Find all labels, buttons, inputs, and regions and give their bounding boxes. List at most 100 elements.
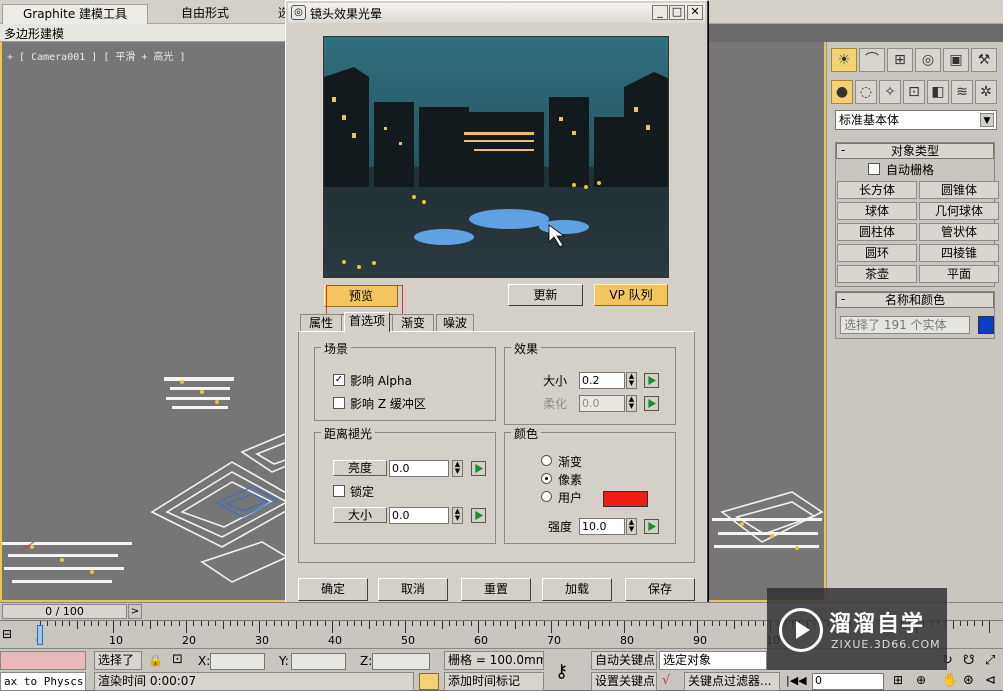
object-color-swatch[interactable] [978,316,994,334]
tab-properties[interactable]: 属性 [300,314,342,332]
cancel-button[interactable]: 取消 [378,578,448,601]
intensity-spinner[interactable]: ▲ ▼ [626,518,637,535]
tab-preferences[interactable]: 首选项 [344,312,390,332]
fade-size-map-icon[interactable] [471,508,486,523]
auto-key-button[interactable]: 自动关键点 [591,651,657,670]
user-radio[interactable] [541,491,552,502]
fade-brightness-input[interactable]: 0.0 [389,460,449,477]
name-color-header[interactable]: - 名称和颜色 [836,292,994,308]
motion-icon[interactable]: ◎ [915,48,941,72]
walkthrough-icon[interactable]: ⊛ [963,673,974,688]
key-filters-button[interactable]: 关键点过滤器... [684,672,780,691]
affect-z-buffer-checkbox[interactable] [333,397,345,409]
tube-button[interactable]: 管状体 [919,223,999,241]
tab-graphite-modeling[interactable]: Graphite 建模工具 [2,4,148,24]
transform-mode-icon[interactable]: ⊡ [172,652,183,667]
tab-freeform[interactable]: 自由形式 [150,4,260,24]
z-coordinate-field[interactable] [372,653,430,670]
current-frame-field[interactable]: 0 [812,673,884,690]
pixel-radio[interactable] [541,473,552,484]
time-config-icon[interactable]: ⊞ [893,673,903,687]
display-icon[interactable]: ▣ [943,48,969,72]
fade-size-input[interactable]: 0.0 [389,507,449,524]
fade-brightness-map-icon[interactable] [471,461,486,476]
field-of-view-icon[interactable]: ⊲ [985,673,996,688]
soften-spinner[interactable]: ▲ ▼ [626,395,637,412]
maxscript-mini-listener[interactable] [0,651,86,670]
ok-button[interactable]: 确定 [298,578,368,601]
sphere-button[interactable]: 球体 [837,202,917,220]
systems-icon[interactable]: ✲ [975,80,997,104]
curve-icon[interactable]: ⌒ [859,48,885,72]
tick-mark [572,621,574,626]
y-coordinate-field[interactable] [291,653,346,670]
lock-icon[interactable]: 🔒 [148,653,163,667]
intensity-input[interactable]: 10.0 [579,518,625,535]
tab-noise[interactable]: 噪波 [436,314,474,332]
geosphere-button[interactable]: 几何球体 [919,202,999,220]
track-filter-icon[interactable]: ⊟ [2,627,12,641]
hierarchy-icon[interactable]: ⊞ [887,48,913,72]
time-cursor[interactable] [37,625,43,645]
fade-brightness-spinner[interactable]: ▲ ▼ [452,460,463,477]
user-color-swatch[interactable] [603,491,648,507]
light-icon[interactable]: ✧ [879,80,901,104]
sun-icon[interactable]: ☀ [831,48,857,72]
soften-map-icon[interactable] [644,396,659,411]
time-slider[interactable]: 0 / 100 [2,604,127,619]
key-icon[interactable]: ⚷ [555,661,568,682]
fade-brightness-button[interactable]: 亮度 [333,460,387,476]
pan-icon[interactable]: ✋ [942,673,958,688]
lock-checkbox[interactable] [333,485,345,497]
intensity-map-icon[interactable] [644,519,659,534]
soften-input[interactable]: 0.0 [579,395,625,412]
close-button[interactable]: ✕ [687,5,703,20]
spacewarp-icon[interactable]: ≋ [951,80,973,104]
primitive-type-dropdown[interactable]: 标准基本体 ▼ [835,110,997,130]
shapes-icon[interactable]: ◌ [855,80,877,104]
sphere-icon[interactable]: ● [831,80,853,104]
selected-object-dropdown[interactable]: 选定对象 [659,651,767,670]
tab-polygon-modeling[interactable]: 多边形建模 [4,25,64,42]
orbit-subobject-icon[interactable]: ☋ [963,653,975,668]
gradient-radio[interactable] [541,455,552,466]
plane-button[interactable]: 平面 [919,265,999,283]
affect-alpha-checkbox[interactable]: ✓ [333,374,345,386]
hammer-icon[interactable]: ⚒ [971,48,997,72]
vp-queue-button[interactable]: VP 队列 [594,284,668,306]
set-key-button[interactable]: 设置关键点 [591,672,657,691]
go-to-start-icon[interactable]: |◀◀ [786,674,807,687]
add-time-tag[interactable]: 添加时间标记 [444,672,544,691]
load-button[interactable]: 加载 [542,578,612,601]
cone-button[interactable]: 圆锥体 [919,181,999,199]
effect-size-spinner[interactable]: ▲ ▼ [626,372,637,389]
reset-button[interactable]: 重置 [461,578,531,601]
dialog-titlebar[interactable]: ◎ 镜头效果光晕 _ □ ✕ [288,3,705,23]
box-button[interactable]: 长方体 [837,181,917,199]
maximize-button[interactable]: □ [669,5,685,20]
cylinder-button[interactable]: 圆柱体 [837,223,917,241]
curve-key-icon[interactable]: √ [662,673,670,688]
object-type-header[interactable]: - 对象类型 [836,143,994,159]
pyramid-button[interactable]: 四棱锥 [919,244,999,262]
helper-icon[interactable]: ◧ [927,80,949,104]
effect-size-map-icon[interactable] [644,373,659,388]
maxscript-output[interactable]: ax to Physcs ( [0,672,86,691]
object-name-field[interactable]: 选择了 191 个实体 [840,316,970,334]
teapot-button[interactable]: 茶壶 [837,265,917,283]
torus-button[interactable]: 圆环 [837,244,917,262]
minimize-button[interactable]: _ [652,5,668,20]
camera-icon[interactable]: ⊡ [903,80,925,104]
effect-size-input[interactable]: 0.2 [579,372,625,389]
x-coordinate-field[interactable] [210,653,265,670]
autogrid-checkbox[interactable] [868,163,880,175]
maximize-viewport-icon[interactable]: ⤢ [985,653,995,668]
fade-size-spinner[interactable]: ▲ ▼ [452,507,463,524]
next-frame-button[interactable]: > [128,604,142,619]
time-tag-icon[interactable] [419,673,439,690]
fade-size-button[interactable]: 大小 [333,507,387,523]
save-button[interactable]: 保存 [625,578,695,601]
tab-gradients[interactable]: 渐变 [392,314,434,332]
zoom-icon[interactable]: ⊕ [916,673,926,687]
update-button[interactable]: 更新 [508,284,583,306]
